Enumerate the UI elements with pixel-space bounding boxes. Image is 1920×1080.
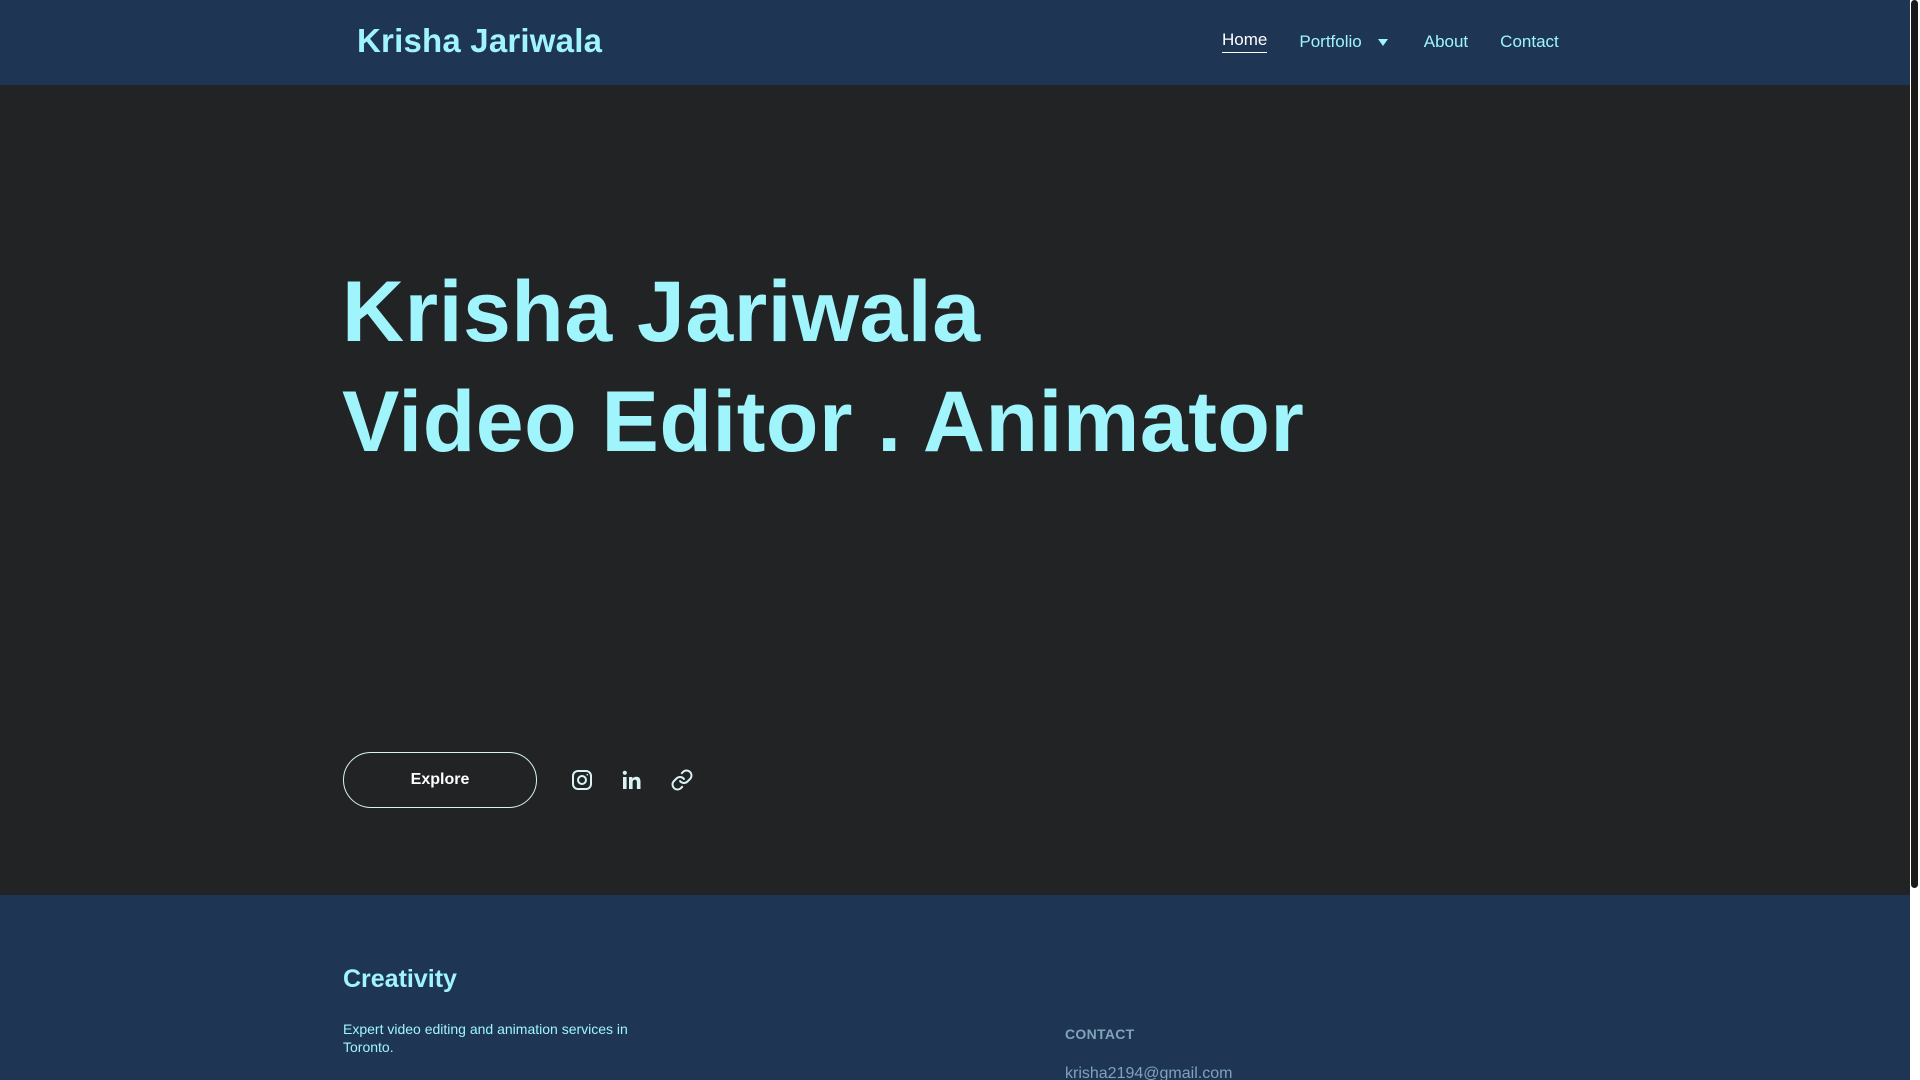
top-navbar: Krisha Jariwala Home Portfolio About Con… [0,0,1910,85]
hero-title-name: Krisha Jariwala [342,264,981,360]
instagram-icon[interactable] [569,767,595,793]
linkedin-icon[interactable] [619,767,645,793]
nav-contact[interactable]: Contact [1500,32,1559,52]
nav-home[interactable]: Home [1222,30,1268,53]
footer-contact-label: CONTACT [1065,1026,1135,1042]
hero-actions: Explore [343,752,719,808]
footer: Creativity Expert video editing and anim… [0,895,1910,1080]
nav-portfolio[interactable]: Portfolio [1299,32,1361,52]
footer-email-link[interactable]: krisha2194@gmail.com [1065,1065,1232,1080]
footer-title: Creativity [343,965,457,993]
hero-title: Krisha Jariwala Video Editor . Animator [342,257,1304,477]
caret-down-icon[interactable] [1377,39,1388,46]
link-icon[interactable] [669,767,695,793]
hero-section: Krisha Jariwala Video Editor . Animator … [0,85,1910,895]
social-links [569,767,719,793]
nav-about[interactable]: About [1424,32,1468,52]
nav-portfolio-dropdown[interactable]: Portfolio [1299,32,1388,52]
footer-description: Expert video editing and animation servi… [343,1021,628,1055]
explore-button[interactable]: Explore [343,752,537,808]
scrollbar-thumb[interactable] [1911,0,1918,888]
brand-logo[interactable]: Krisha Jariwala [357,22,602,60]
main-nav: Home Portfolio About Contact [1222,30,1559,53]
hero-title-role: Video Editor . Animator [342,374,1305,470]
